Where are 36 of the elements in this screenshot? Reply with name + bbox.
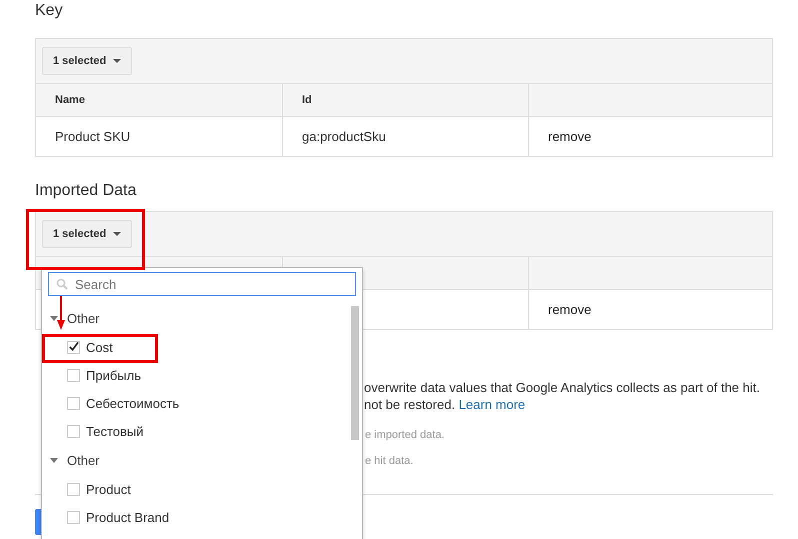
menu-item[interactable]: Прибыль	[42, 361, 351, 389]
menu-item[interactable]: Тестовый	[42, 417, 351, 445]
section-title: Imported Data	[35, 182, 138, 201]
expand-triangle-icon	[50, 316, 58, 320]
text-fragment: not be restored.	[364, 396, 456, 413]
checkbox[interactable]	[67, 510, 80, 524]
remove-link[interactable]: remove	[548, 302, 592, 317]
section-title: Key	[35, 1, 64, 21]
selection-dropdown-button[interactable]: 1 selected	[42, 47, 132, 75]
group-header[interactable]: Other	[42, 445, 351, 475]
text-fragment: overwrite data values that Google Analytics collects as part of the hit.	[364, 379, 760, 396]
checkbox[interactable]	[67, 340, 80, 354]
menu-item[interactable]: Cost	[42, 333, 351, 361]
checkbox[interactable]	[67, 482, 80, 496]
arrow	[56, 296, 66, 330]
option-label: e imported data.	[364, 428, 444, 443]
checkbox[interactable]	[67, 424, 80, 438]
group-header[interactable]: Other	[42, 303, 351, 333]
option-label: e hit data.	[364, 454, 414, 469]
search-field[interactable]: Search	[48, 272, 356, 296]
checkbox[interactable]	[67, 368, 80, 382]
column-header: Name	[54, 93, 86, 108]
menu-item[interactable]: Product Brand	[42, 503, 351, 531]
learn-more-link[interactable]: Learn more	[458, 397, 526, 412]
remove-link[interactable]: remove	[548, 129, 592, 144]
selection-dropdown-button[interactable]: 1 selected	[42, 220, 132, 248]
caret-icon	[113, 232, 122, 236]
expand-triangle-icon	[50, 458, 58, 462]
column-header: Id	[282, 84, 528, 116]
checkbox[interactable]	[67, 396, 80, 410]
scrollbar-thumb[interactable]	[351, 306, 359, 440]
table-cell: ga:productSku	[282, 117, 528, 156]
table-cell-text: Product SKU	[54, 128, 132, 146]
caret-icon	[113, 59, 122, 63]
menu-item[interactable]: Себестоимость	[42, 389, 351, 417]
menu-item[interactable]: Product	[42, 475, 351, 503]
